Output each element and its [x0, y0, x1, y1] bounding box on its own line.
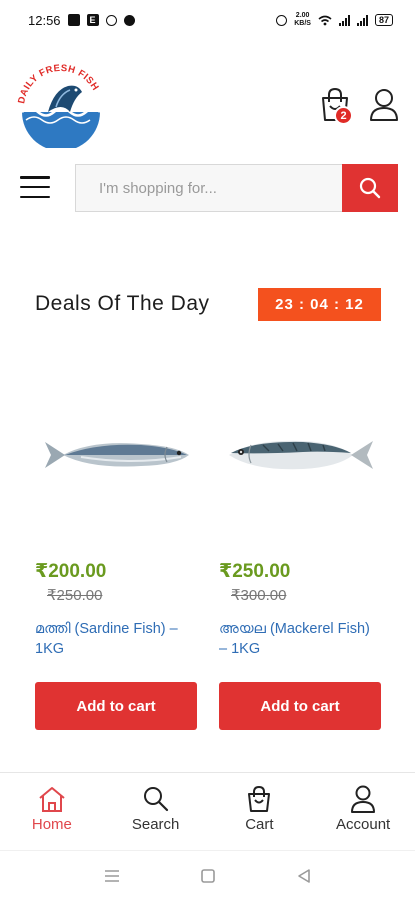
daily-fresh-fish-logo[interactable]: DAILY FRESH FISH [16, 62, 106, 148]
nav-home[interactable]: Home [0, 773, 104, 850]
battery-icon: 87 [374, 14, 393, 26]
net-speed-unit: KB/S [294, 20, 311, 27]
signal-1-icon [338, 14, 350, 26]
sardine-fish-image [45, 442, 189, 468]
search-icon [143, 787, 168, 812]
status-left: 12:56 E [28, 13, 135, 28]
nav-search-label: Search [131, 816, 180, 833]
search-icon [359, 177, 381, 199]
e-app-notification-icon: E [86, 14, 99, 26]
recent-apps-icon[interactable] [104, 869, 120, 883]
search-button[interactable] [342, 164, 398, 212]
product-image-mackerel[interactable] [219, 380, 381, 530]
account-icon [351, 785, 376, 813]
search-field[interactable] [75, 164, 342, 212]
net-speed-value: 2.00 [295, 12, 310, 19]
search-input[interactable] [99, 179, 342, 197]
home-icon [39, 787, 65, 812]
nav-home-label: Home [31, 816, 72, 833]
status-time: 12:56 [28, 12, 61, 28]
chrome-notification-icon [123, 14, 135, 26]
product-image-sardine[interactable] [35, 380, 197, 530]
mackerel-fish-image [228, 440, 373, 470]
wifi-icon [318, 15, 332, 25]
add-to-cart-button[interactable]: Add to cart [219, 682, 381, 730]
menu-icon[interactable] [20, 176, 50, 198]
product-card: ₹250.00 ₹300.00 അയല (Mackerel Fish) – 1K… [219, 380, 381, 730]
status-bar: 12:56 E 2.00 KB/S 87 [0, 0, 415, 40]
product-price: ₹250.00 [219, 561, 291, 582]
cart-count-badge: 2 [334, 106, 353, 125]
deal-countdown-timer: 23 : 04 : 12 [258, 288, 381, 321]
home-button-icon[interactable] [200, 868, 216, 884]
system-navigation-bar [0, 850, 415, 900]
alarm-icon [276, 14, 288, 26]
bottom-navigation: Home Search Cart Account [0, 772, 415, 850]
gallery-notification-icon [67, 14, 80, 26]
status-right: 2.00 KB/S 87 [276, 12, 393, 28]
product-old-price: ₹250.00 [47, 587, 103, 604]
product-name-link[interactable]: മത്തി (Sardine Fish) – 1KG [35, 619, 197, 659]
product-old-price: ₹300.00 [231, 587, 287, 604]
nav-search[interactable]: Search [104, 773, 208, 850]
shield-notification-icon [105, 14, 117, 26]
cart-icon [248, 785, 271, 812]
nav-cart[interactable]: Cart [208, 773, 312, 850]
deals-section-title: Deals Of The Day [35, 292, 210, 315]
add-to-cart-button[interactable]: Add to cart [35, 682, 197, 730]
nav-cart-label: Cart [245, 816, 274, 833]
user-account-icon[interactable] [368, 88, 400, 122]
nav-account-label: Account [336, 816, 391, 833]
product-card: ₹200.00 ₹250.00 മത്തി (Sardine Fish) – 1… [35, 380, 197, 730]
product-price: ₹200.00 [35, 561, 107, 582]
product-name-link[interactable]: അയല (Mackerel Fish) – 1KG [219, 619, 381, 659]
signal-2-icon [356, 14, 368, 26]
back-icon[interactable] [296, 868, 312, 884]
nav-account[interactable]: Account [311, 773, 415, 850]
net-speed: 2.00 KB/S [294, 12, 311, 28]
